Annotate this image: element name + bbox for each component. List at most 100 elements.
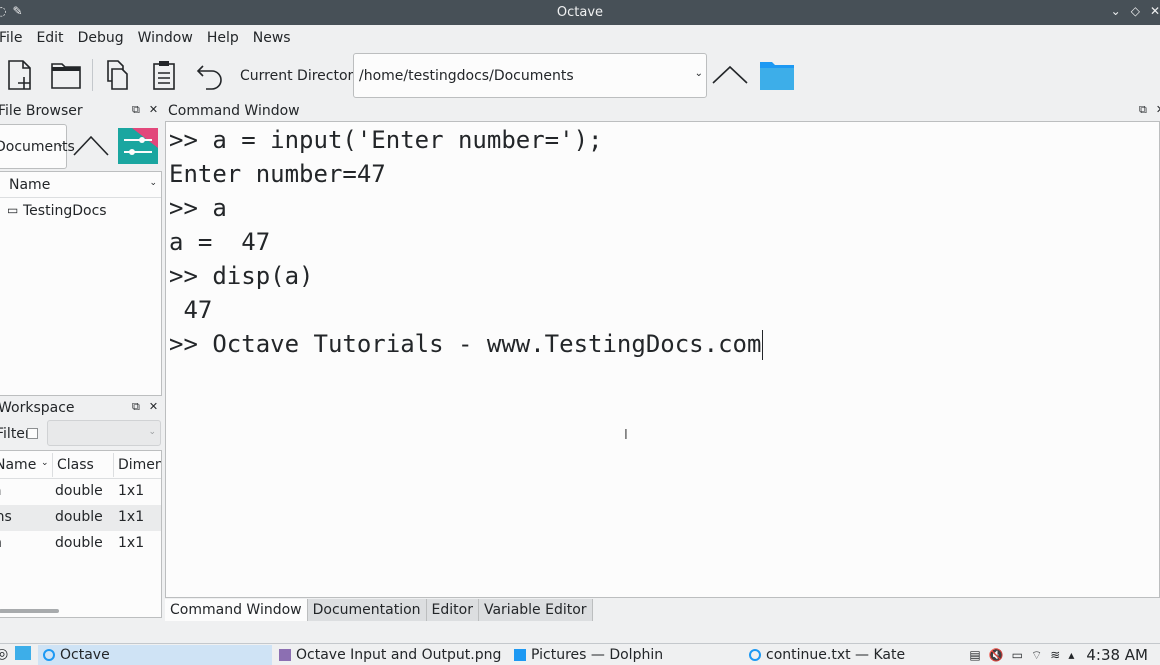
- column-name-header[interactable]: Name: [0, 457, 36, 473]
- network-icon[interactable]: ⌔: [1031, 648, 1042, 663]
- column-class-header[interactable]: Class: [57, 457, 94, 473]
- menu-window[interactable]: Window: [131, 30, 200, 46]
- workspace-panel: Workspace ⧉ ✕ Filter ⌄ Name ⌄ Class Dime…: [0, 398, 163, 620]
- task-label: Octave: [60, 647, 110, 663]
- chevron-down-icon: ⌄: [694, 68, 703, 79]
- var-dim: 1x1: [118, 483, 145, 499]
- undo-button[interactable]: [192, 57, 228, 93]
- undock-icon[interactable]: ⧉: [1139, 103, 1147, 117]
- open-file-button[interactable]: [48, 57, 84, 93]
- clock[interactable]: 4:38 AM: [1086, 646, 1148, 664]
- menu-file[interactable]: File: [0, 30, 29, 46]
- table-row[interactable]: n double 1x1: [0, 531, 161, 557]
- column-name-header: Name: [9, 177, 51, 193]
- filter-combo[interactable]: ⌄: [47, 420, 161, 446]
- close-icon[interactable]: ✕: [1156, 103, 1160, 117]
- battery-icon[interactable]: ▭: [1012, 648, 1023, 662]
- command-window-panel-buttons: ⧉ ✕: [1139, 103, 1160, 117]
- task-octave[interactable]: Octave: [38, 645, 272, 665]
- table-row[interactable]: ans double 1x1: [0, 505, 161, 531]
- workspace-panel-buttons: ⧉ ✕: [132, 400, 158, 414]
- var-dim: 1x1: [118, 535, 145, 551]
- undo-icon: [196, 65, 222, 90]
- new-script-button[interactable]: [2, 57, 38, 93]
- file-browser-header[interactable]: Name ⌄: [0, 172, 161, 198]
- file-browser-panel: File Browser ⧉ ✕ Documents ⌄ Name ⌄ ▭ Te…: [0, 101, 163, 396]
- console-line: >> a = input('Enter number=');: [169, 126, 603, 154]
- tab-command-window[interactable]: Command Window: [165, 599, 308, 621]
- undock-icon[interactable]: ⧉: [132, 400, 140, 414]
- menu-bar: File Edit Debug Window Help News: [0, 25, 1160, 51]
- chevron-down-icon: ⌄: [148, 427, 156, 437]
- browse-directory-button[interactable]: [759, 57, 795, 93]
- console-line-text: >> Octave Tutorials - www.TestingDocs.co…: [169, 330, 762, 358]
- file-browser-list: Name ⌄ ▭ TestingDocs: [0, 171, 162, 396]
- copy-button[interactable]: [98, 57, 134, 93]
- chevron-up-icon: [73, 135, 109, 156]
- volume-muted-icon[interactable]: 🔇: [989, 648, 1004, 662]
- task-image-viewer[interactable]: Octave Input and Output.png —...: [274, 645, 508, 665]
- task-dolphin[interactable]: Pictures — Dolphin: [509, 645, 743, 665]
- settings-icon: [118, 128, 158, 164]
- close-icon[interactable]: ✕: [149, 400, 158, 414]
- copy-icon: [107, 60, 128, 90]
- file-browser-settings-button[interactable]: [118, 128, 158, 168]
- text-cursor: [762, 330, 764, 360]
- current-directory-value: /home/testingdocs/Documents: [359, 68, 574, 84]
- chevron-down-icon: ⌄: [56, 140, 64, 150]
- horizontal-scrollbar[interactable]: [0, 609, 59, 613]
- toolbar-separator: [92, 59, 93, 91]
- column-dimension-header[interactable]: Dimension: [118, 457, 161, 473]
- folder-open-icon: [51, 63, 81, 89]
- console-line: Enter number=47: [169, 160, 386, 188]
- command-window-console[interactable]: >> a = input('Enter number='); Enter num…: [165, 121, 1160, 598]
- folder-icon: [514, 649, 526, 661]
- console-line: 47: [169, 296, 213, 324]
- folder-icon: [760, 62, 794, 90]
- image-icon: [279, 649, 291, 661]
- clipboard-icon: [153, 61, 175, 90]
- application-launcher-icon[interactable]: ◎: [0, 646, 8, 662]
- var-class: double: [55, 535, 103, 551]
- console-line: a = 47: [169, 228, 271, 256]
- kate-icon: [749, 649, 761, 661]
- close-icon[interactable]: ✕: [1150, 4, 1160, 18]
- tray-expand-icon[interactable]: ▴: [1068, 648, 1074, 662]
- var-class: double: [55, 483, 103, 499]
- task-kate[interactable]: continue.txt — Kate: [744, 645, 978, 665]
- file-browser-panel-buttons: ⧉ ✕: [132, 103, 158, 117]
- current-directory-combo[interactable]: /home/testingdocs/Documents ⌄: [353, 53, 707, 98]
- console-line: >> disp(a): [169, 262, 314, 290]
- task-label: Octave Input and Output.png —...: [296, 647, 502, 663]
- undock-icon[interactable]: ⧉: [132, 103, 140, 117]
- paste-button[interactable]: [146, 57, 182, 93]
- menu-debug[interactable]: Debug: [71, 30, 131, 46]
- show-desktop-icon[interactable]: [15, 646, 31, 660]
- current-directory-label: Current Directory:: [240, 68, 366, 84]
- tab-variable-editor[interactable]: Variable Editor: [478, 599, 593, 621]
- wifi-icon[interactable]: ≋: [1050, 648, 1060, 662]
- var-class: double: [55, 509, 103, 525]
- var-name: n: [0, 535, 2, 551]
- var-dim: 1x1: [118, 509, 145, 525]
- console-input-line[interactable]: >> Octave Tutorials - www.TestingDocs.co…: [169, 330, 764, 360]
- title-bar: ◌ ✎ Octave ⌄ ◇ ✕: [0, 0, 1160, 25]
- file-browser-up-button[interactable]: [72, 131, 110, 161]
- close-icon[interactable]: ✕: [149, 103, 158, 117]
- table-row[interactable]: a double 1x1: [0, 479, 161, 505]
- maximize-icon[interactable]: ◇: [1131, 4, 1140, 18]
- tab-bar: Command Window Documentation Editor Vari…: [165, 599, 593, 621]
- menu-help[interactable]: Help: [200, 30, 246, 46]
- menu-edit[interactable]: Edit: [29, 30, 70, 46]
- parent-directory-button[interactable]: [712, 57, 748, 93]
- tab-editor[interactable]: Editor: [426, 599, 479, 621]
- minimize-icon[interactable]: ⌄: [1111, 4, 1121, 18]
- file-browser-path-combo[interactable]: Documents ⌄: [0, 124, 75, 169]
- list-item[interactable]: ▭ TestingDocs: [0, 200, 161, 224]
- filter-checkbox[interactable]: [27, 428, 38, 439]
- menu-news[interactable]: News: [246, 30, 298, 46]
- clipboard-icon[interactable]: ▤: [969, 648, 980, 662]
- chevron-down-icon: ⌄: [41, 458, 49, 468]
- toolbar: Current Directory: /home/testingdocs/Doc…: [0, 51, 1160, 101]
- tab-documentation[interactable]: Documentation: [307, 599, 427, 621]
